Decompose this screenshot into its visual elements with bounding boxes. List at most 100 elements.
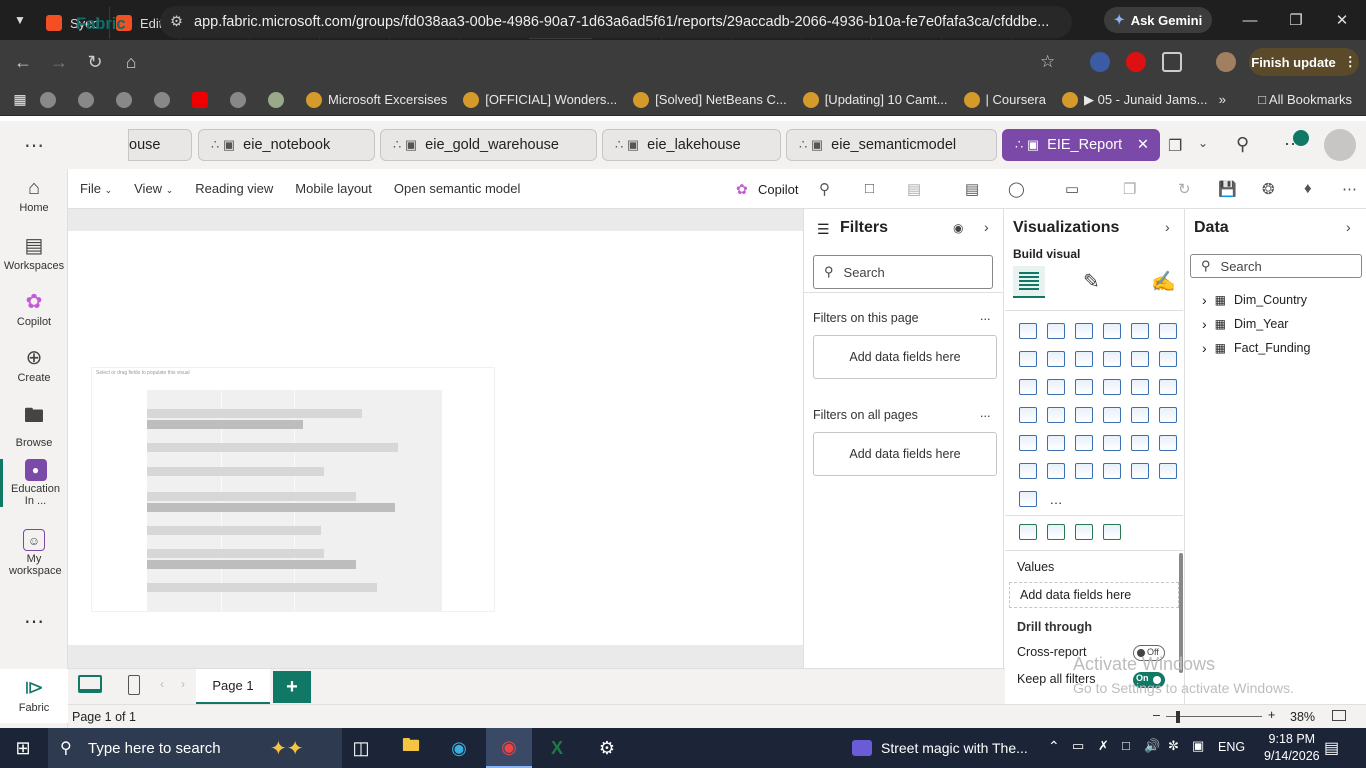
page-tab[interactable]: Page 1 xyxy=(196,669,270,705)
copy-icon[interactable]: ❐ xyxy=(1123,180,1136,198)
visual-type-icon[interactable] xyxy=(1126,317,1154,345)
summary-icon[interactable]: ▤ xyxy=(965,180,979,198)
fit-to-page-icon[interactable] xyxy=(1332,710,1346,721)
visual-type-icon[interactable] xyxy=(1154,373,1182,401)
show-hidden-icons-icon[interactable]: ⌃ xyxy=(1048,738,1060,755)
comment-icon[interactable]: □ xyxy=(865,180,874,197)
visual-type-icon[interactable] xyxy=(1098,317,1126,345)
rail-home[interactable]: ⌂ Home xyxy=(0,177,68,214)
visual-type-icon[interactable] xyxy=(1098,401,1126,429)
home-icon[interactable]: ⌂ xyxy=(113,44,149,80)
save-icon[interactable]: 💾 xyxy=(1218,180,1237,198)
url-input[interactable]: ⚙ app.fabric.microsoft.com/groups/fd038a… xyxy=(160,6,1072,38)
visual-type-icon[interactable] xyxy=(1126,373,1154,401)
visual-type-icon[interactable] xyxy=(1070,345,1098,373)
rail-create[interactable]: ⊕ Create xyxy=(0,345,68,384)
display-icon[interactable]: ▣ xyxy=(1192,738,1204,754)
refresh-icon[interactable]: ↻ xyxy=(1178,180,1191,198)
visual-type-icon[interactable] xyxy=(1070,457,1098,485)
site-info-icon[interactable]: ⚙ xyxy=(170,14,183,30)
zoom-in-icon[interactable]: + xyxy=(1268,708,1275,722)
visual-type-icon[interactable] xyxy=(1070,429,1098,457)
visual-type-icon[interactable] xyxy=(1098,457,1126,485)
bookmark-item[interactable]: | Coursera xyxy=(963,91,1046,108)
data-search-input[interactable]: ⚲ Search xyxy=(1190,254,1362,278)
eye-icon[interactable]: ◉ xyxy=(953,221,963,235)
visual-type-icon[interactable] xyxy=(1042,317,1070,345)
bookmark-item[interactable]: Microsoft Excersises xyxy=(306,91,447,108)
visual-type-icon[interactable] xyxy=(1154,401,1182,429)
file-explorer-icon[interactable]: 🖿 xyxy=(388,728,434,768)
more-options-icon[interactable]: ⋯ xyxy=(1342,180,1357,198)
wifi-icon[interactable]: ✼ xyxy=(1168,738,1179,754)
visual-type-icon[interactable] xyxy=(1070,401,1098,429)
filters-search-input[interactable]: ⚲ Search xyxy=(813,255,993,289)
copilot-button[interactable]: Copilot xyxy=(758,182,798,197)
language-indicator[interactable]: ENG xyxy=(1218,740,1245,754)
search-icon[interactable]: ⚲ xyxy=(1236,134,1249,155)
expand-chevron-icon[interactable]: › xyxy=(1202,340,1207,356)
more-options-icon[interactable]: ... xyxy=(980,406,990,420)
extension-icon[interactable] xyxy=(1090,52,1110,72)
volume-icon[interactable]: 🔊 xyxy=(1144,738,1160,754)
visual-type-icon[interactable] xyxy=(1014,457,1042,485)
profile-avatar[interactable] xyxy=(1216,52,1236,72)
mobile-layout-button[interactable]: Mobile layout xyxy=(295,181,372,196)
collapse-chevron-icon[interactable]: › xyxy=(1346,219,1351,235)
visual-type-icon[interactable] xyxy=(1098,373,1126,401)
visual-type-icon[interactable] xyxy=(1126,457,1154,485)
collapse-chevron-icon[interactable]: › xyxy=(984,219,989,235)
chevron-down-icon[interactable]: ⌄ xyxy=(1198,136,1208,150)
teams-icon[interactable]: ♦ xyxy=(1304,180,1312,197)
rail-fabric[interactable]: ⧐ Fabric xyxy=(0,669,68,723)
bookmark-item[interactable]: ▶ 05 - Junaid Jams... xyxy=(1062,91,1207,108)
data-table-item[interactable]: › ▦ Fact_Funding xyxy=(1202,340,1310,356)
data-table-item[interactable]: › ▦ Dim_Country xyxy=(1202,292,1307,308)
custom-visual-icon[interactable] xyxy=(1042,518,1070,546)
format-visual-icon[interactable]: ✎ xyxy=(1083,269,1100,294)
item-tab[interactable]: ∴ ▣ eie_gold_warehouse xyxy=(380,129,597,161)
visual-type-icon[interactable] xyxy=(1126,429,1154,457)
chrome-icon[interactable]: ◉ xyxy=(486,728,532,768)
multitask-icon[interactable]: ❐ xyxy=(1168,136,1182,156)
custom-visual-icon[interactable] xyxy=(1070,518,1098,546)
visual-type-icon[interactable] xyxy=(1014,345,1042,373)
rail-education-workspace[interactable]: ● Education In ... xyxy=(0,459,68,507)
app-launcher-icon[interactable]: ⋯ xyxy=(0,121,68,169)
apps-grid-icon[interactable]: ▦ xyxy=(0,91,40,108)
start-windows-icon[interactable]: ⊞ xyxy=(0,728,46,768)
back-icon[interactable]: ← xyxy=(5,44,41,80)
reading-view-button[interactable]: Reading view xyxy=(195,181,273,196)
tab-search-chevron-icon[interactable]: ▼ xyxy=(0,0,40,40)
visual-type-icon[interactable] xyxy=(1014,429,1042,457)
more-visuals-icon[interactable]: … xyxy=(1042,485,1070,513)
battery-icon[interactable]: ▭ xyxy=(1072,738,1084,754)
visual-type-icon[interactable] xyxy=(1014,401,1042,429)
file-menu[interactable]: File ⌄ xyxy=(80,181,112,196)
custom-visual-icon[interactable] xyxy=(1098,518,1126,546)
media-title[interactable]: Street magic with The... xyxy=(881,740,1028,756)
zoom-out-icon[interactable]: – xyxy=(1153,708,1160,722)
rail-my-workspace[interactable]: ☺ My workspace xyxy=(0,529,68,577)
visual-type-icon[interactable] xyxy=(1098,429,1126,457)
custom-visual-icon[interactable] xyxy=(1014,518,1042,546)
item-tab[interactable]: ∴ ▣ eie_notebook xyxy=(198,129,375,161)
item-tab[interactable]: ouse xyxy=(128,129,192,161)
finish-update-button[interactable]: Finish update ⋮ xyxy=(1249,48,1359,76)
account-avatar[interactable] xyxy=(1324,129,1356,161)
collapse-chevron-icon[interactable]: › xyxy=(1165,219,1170,235)
maximize-icon[interactable]: ❐ xyxy=(1276,6,1316,34)
edge-icon[interactable]: ◉ xyxy=(436,728,482,768)
bookmark-item[interactable]: [OFFICIAL] Wonders... xyxy=(463,91,617,108)
binoculars-icon[interactable]: ⚲ xyxy=(819,180,830,198)
export-icon[interactable]: ▤ xyxy=(907,180,921,198)
visual-type-icon[interactable] xyxy=(1042,457,1070,485)
values-drop-zone[interactable]: Add data fields here xyxy=(1009,582,1179,608)
analytics-icon[interactable]: ✍ xyxy=(1151,269,1176,294)
reload-icon[interactable]: ↻ xyxy=(77,44,113,80)
visual-type-icon[interactable] xyxy=(1042,373,1070,401)
all-bookmarks-button[interactable]: □ All Bookmarks xyxy=(1258,92,1352,107)
extension-icon[interactable] xyxy=(1126,52,1146,72)
mobile-layout-icon[interactable] xyxy=(128,675,140,695)
item-tab[interactable]: ∴ ▣ eie_lakehouse xyxy=(602,129,781,161)
